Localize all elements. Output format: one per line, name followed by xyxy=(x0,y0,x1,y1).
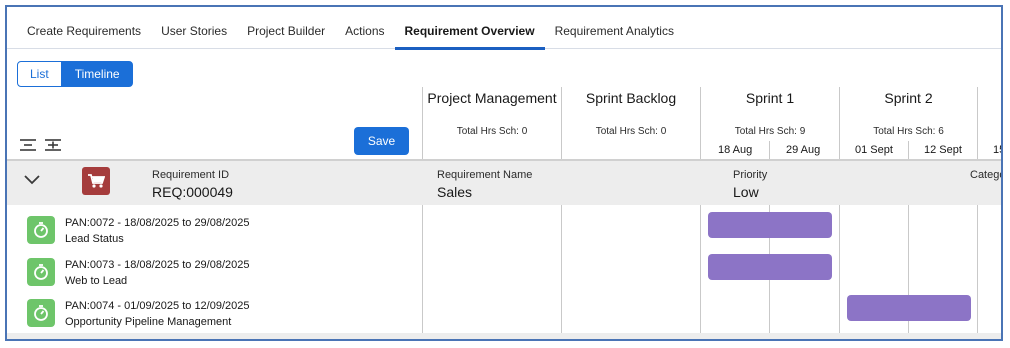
priority-label: Priority xyxy=(733,169,768,181)
task-code-dates: PAN:0073 - 18/08/2025 to 29/08/2025 xyxy=(65,259,250,271)
task-code-dates: PAN:0074 - 01/09/2025 to 12/09/2025 xyxy=(65,300,250,312)
category-label: Catego xyxy=(970,169,1003,181)
task-title: Web to Lead xyxy=(65,275,128,287)
view-toggle: List Timeline xyxy=(17,61,133,87)
app-frame: Create Requirements User Stories Project… xyxy=(5,5,1003,341)
priority-value: Low xyxy=(733,184,759,200)
tab-actions[interactable]: Actions xyxy=(335,7,394,49)
column-total-hours: Total Hrs Sch: 6 xyxy=(873,126,944,137)
tab-requirement-overview[interactable]: Requirement Overview xyxy=(394,7,545,50)
column-title: Sprint 1 xyxy=(745,90,795,106)
stopwatch-icon xyxy=(27,258,55,286)
requirement-name-value: Sales xyxy=(437,184,473,200)
date-label: 12 Sept xyxy=(924,144,962,156)
timeline-view-button[interactable]: Timeline xyxy=(61,61,133,87)
column-header-sprint-2: Sprint 2 Total Hrs Sch: 6 xyxy=(840,87,977,137)
tab-bar: Create Requirements User Stories Project… xyxy=(7,7,1001,50)
shopping-cart-icon xyxy=(82,167,110,195)
column-header-project-management: Project Management Total Hrs Sch: 0 xyxy=(423,87,561,137)
save-button[interactable]: Save xyxy=(354,127,409,155)
tab-create-requirements[interactable]: Create Requirements xyxy=(17,7,151,49)
date-label: 15 xyxy=(993,144,1001,156)
chevron-down-icon[interactable] xyxy=(23,173,41,187)
date-label: 29 Aug xyxy=(786,144,821,156)
column-total-hours: Total Hrs Sch: 0 xyxy=(595,126,667,137)
column-header-sprint-backlog: Sprint Backlog Total Hrs Sch: 0 xyxy=(562,87,700,137)
collapse-all-icon[interactable] xyxy=(19,138,37,152)
requirement-id-value: REQ:000049 xyxy=(152,184,233,200)
expand-all-icon[interactable] xyxy=(44,138,62,152)
list-view-button[interactable]: List xyxy=(17,61,62,87)
stopwatch-icon xyxy=(27,216,55,244)
date-label: 01 Sept xyxy=(855,144,893,156)
task-title: Lead Status xyxy=(65,233,124,245)
requirement-id-label: Requirement ID xyxy=(152,169,230,181)
task-bar-sprint-1[interactable] xyxy=(708,254,832,280)
task-bar-sprint-2[interactable] xyxy=(847,295,971,321)
task-bar-sprint-1[interactable] xyxy=(708,212,832,238)
task-code-dates: PAN:0072 - 18/08/2025 to 29/08/2025 xyxy=(65,217,250,229)
column-total-hours: Total Hrs Sch: 0 xyxy=(456,126,528,137)
column-total-hours: Total Hrs Sch: 9 xyxy=(734,126,806,137)
requirement-name-label: Requirement Name xyxy=(437,169,533,181)
column-title: Sprint 2 xyxy=(884,90,933,106)
tab-project-builder[interactable]: Project Builder xyxy=(237,7,335,49)
column-header-sprint-1: Sprint 1 Total Hrs Sch: 9 xyxy=(701,87,839,137)
stopwatch-icon xyxy=(27,299,55,327)
tab-user-stories[interactable]: User Stories xyxy=(151,7,237,49)
date-label: 18 Aug xyxy=(718,144,753,156)
scroll-area-footer xyxy=(7,333,1001,339)
column-title: Project Management xyxy=(427,90,557,106)
column-title: Sprint Backlog xyxy=(585,90,677,106)
task-title: Opportunity Pipeline Management xyxy=(65,316,232,328)
tab-requirement-analytics[interactable]: Requirement Analytics xyxy=(545,7,684,49)
column-divider xyxy=(977,87,978,333)
